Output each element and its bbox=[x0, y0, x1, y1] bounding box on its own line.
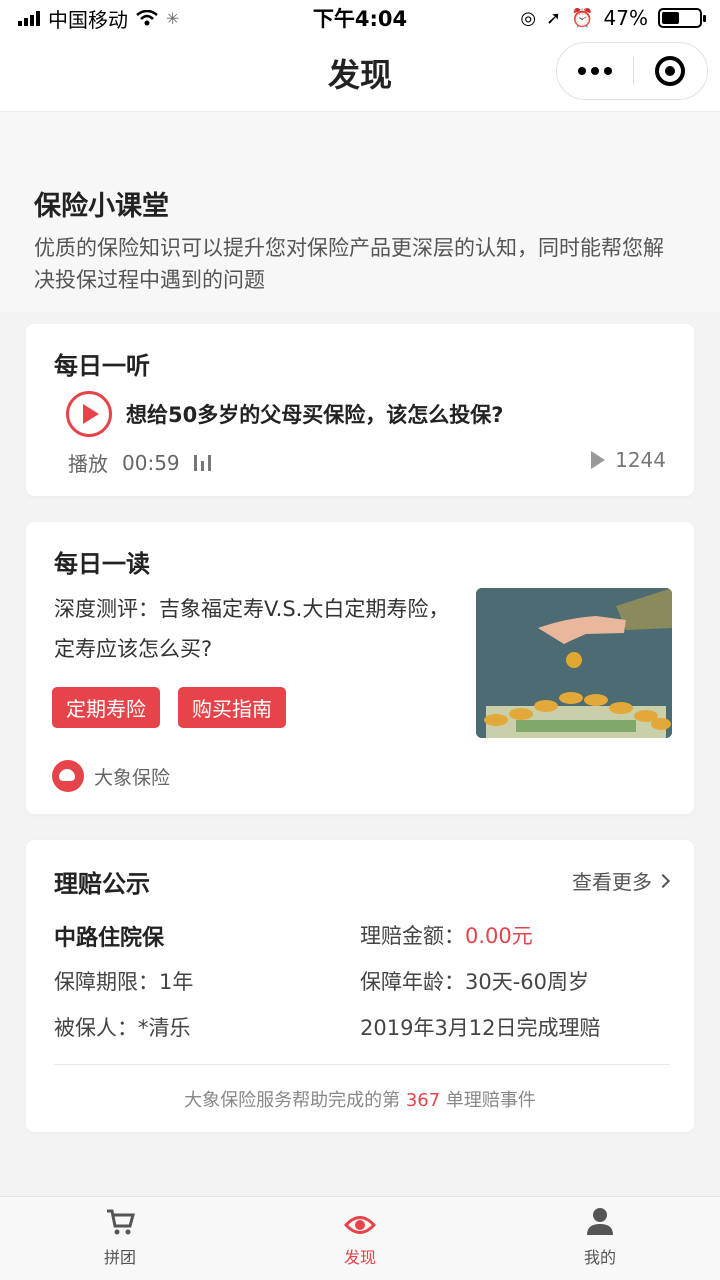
claim-amount-value: 0.00元 bbox=[465, 924, 533, 948]
close-miniprogram-button[interactable] bbox=[634, 56, 708, 86]
claims-divider bbox=[54, 1064, 670, 1065]
claim-age-value: 30天-60周岁 bbox=[465, 970, 590, 994]
claim-age: 保障年龄：30天-60周岁 bbox=[360, 966, 589, 996]
duration: 00:59 bbox=[122, 450, 180, 475]
signal-icon bbox=[18, 10, 40, 26]
claim-insured: 被保人：*清乐 bbox=[54, 1012, 191, 1042]
loading-icon: ✳ bbox=[166, 8, 180, 28]
tag-buying-guide[interactable]: 购买指南 bbox=[178, 687, 286, 728]
view-more-label: 查看更多 bbox=[572, 870, 652, 894]
listen-meta: 播放 00:59 bbox=[68, 448, 211, 477]
alarm-icon: ⏰ bbox=[571, 7, 594, 29]
play-button[interactable] bbox=[66, 391, 112, 437]
article-title[interactable]: 深度测评：吉象福定寿V.S.大白定期寿险，定寿应该怎么买? bbox=[54, 589, 454, 669]
claims-card: 理赔公示 查看更多 中路住院保 理赔金额：0.00元 保障期限：1年 保障年龄：… bbox=[26, 840, 694, 1132]
elephant-logo-icon bbox=[52, 760, 84, 792]
battery-fill bbox=[662, 12, 679, 24]
claims-footer: 大象保险服务帮助完成的第 367 单理赔事件 bbox=[26, 1086, 694, 1112]
source-name: 大象保险 bbox=[94, 766, 171, 789]
coins-illustration bbox=[476, 588, 672, 738]
status-right: ◎ ➚ ⏰ 47% bbox=[520, 6, 706, 30]
lock-rotation-icon: ◎ bbox=[520, 7, 537, 29]
tab-discover-label: 发现 bbox=[343, 1248, 376, 1267]
intro-section: 保险小课堂 优质的保险知识可以提升您对保险产品更深层的认知，同时能帮您解决投保过… bbox=[0, 112, 720, 312]
more-options-button[interactable] bbox=[557, 67, 633, 75]
article-source: 大象保险 bbox=[52, 760, 170, 792]
article-thumbnail[interactable] bbox=[476, 588, 672, 738]
tag-term-life[interactable]: 定期寿险 bbox=[52, 687, 160, 728]
claim-product: 中路住院保 bbox=[54, 926, 165, 951]
location-icon: ➚ bbox=[546, 7, 562, 29]
claim-amount-label: 理赔金额： bbox=[360, 924, 465, 948]
daily-read-card[interactable]: 每日一读 深度测评：吉象福定寿V.S.大白定期寿险，定寿应该怎么买? 定期寿险 … bbox=[26, 522, 694, 814]
eye-icon bbox=[344, 1216, 376, 1234]
cart-icon bbox=[107, 1209, 135, 1235]
tab-mine-label: 我的 bbox=[583, 1248, 616, 1267]
play-icon bbox=[83, 404, 99, 424]
claims-footer-prefix: 大象保险服务帮助完成的第 bbox=[184, 1090, 406, 1111]
play-count: 1244 bbox=[591, 448, 666, 472]
claim-term-label: 保障期限： bbox=[54, 970, 159, 994]
chevron-right-icon bbox=[655, 873, 671, 888]
play-count-icon bbox=[591, 451, 606, 469]
audio-bars-icon bbox=[193, 454, 211, 471]
claim-insured-label: 被保人： bbox=[54, 1016, 138, 1040]
claim-amount: 理赔金额：0.00元 bbox=[360, 920, 533, 950]
tab-bar: 拼团 发现 我的 bbox=[0, 1196, 720, 1280]
wifi-icon bbox=[136, 10, 158, 26]
play-label: 播放 bbox=[68, 452, 108, 476]
tab-discover[interactable]: 发现 bbox=[240, 1197, 480, 1280]
claim-insured-value: *清乐 bbox=[138, 1016, 191, 1040]
tab-mine[interactable]: 我的 bbox=[480, 1197, 720, 1280]
claim-term: 保障期限：1年 bbox=[54, 966, 193, 996]
view-more-link[interactable]: 查看更多 bbox=[572, 866, 671, 895]
listen-question[interactable]: 想给50多岁的父母买保险，该怎么投保? bbox=[126, 399, 503, 429]
nav-bar: 发现 bbox=[0, 36, 720, 112]
tab-group-buy-label: 拼团 bbox=[103, 1248, 136, 1267]
daily-listen-title: 每日一听 bbox=[54, 352, 150, 380]
battery-percent: 47% bbox=[603, 6, 648, 30]
status-bar: 中国移动 ✳ 下午4:04 ◎ ➚ ⏰ 47% bbox=[0, 0, 720, 36]
target-icon bbox=[655, 56, 686, 86]
play-count-value: 1244 bbox=[615, 448, 666, 472]
claim-term-value: 1年 bbox=[159, 970, 194, 994]
miniprogram-capsule bbox=[556, 42, 708, 100]
user-icon bbox=[587, 1208, 613, 1235]
intro-title: 保险小课堂 bbox=[34, 191, 169, 222]
battery-icon bbox=[658, 8, 706, 28]
carrier-name: 中国移动 bbox=[48, 7, 128, 32]
claims-footer-suffix: 单理赔事件 bbox=[440, 1090, 536, 1111]
claim-completed: 2019年3月12日完成理赔 bbox=[360, 1016, 601, 1040]
daily-listen-card[interactable]: 每日一听 想给50多岁的父母买保险，该怎么投保? 播放 00:59 1244 bbox=[26, 324, 694, 496]
intro-description: 优质的保险知识可以提升您对保险产品更深层的认知，同时能帮您解决投保过程中遇到的问… bbox=[34, 236, 664, 292]
claims-footer-count: 367 bbox=[405, 1090, 441, 1111]
daily-read-title: 每日一读 bbox=[54, 550, 150, 578]
status-left: 中国移动 ✳ bbox=[18, 4, 520, 33]
claims-title: 理赔公示 bbox=[54, 870, 150, 898]
article-tags: 定期寿险 购买指南 bbox=[52, 687, 286, 728]
claim-age-label: 保障年龄： bbox=[360, 970, 465, 994]
tab-group-buy[interactable]: 拼团 bbox=[0, 1197, 240, 1280]
